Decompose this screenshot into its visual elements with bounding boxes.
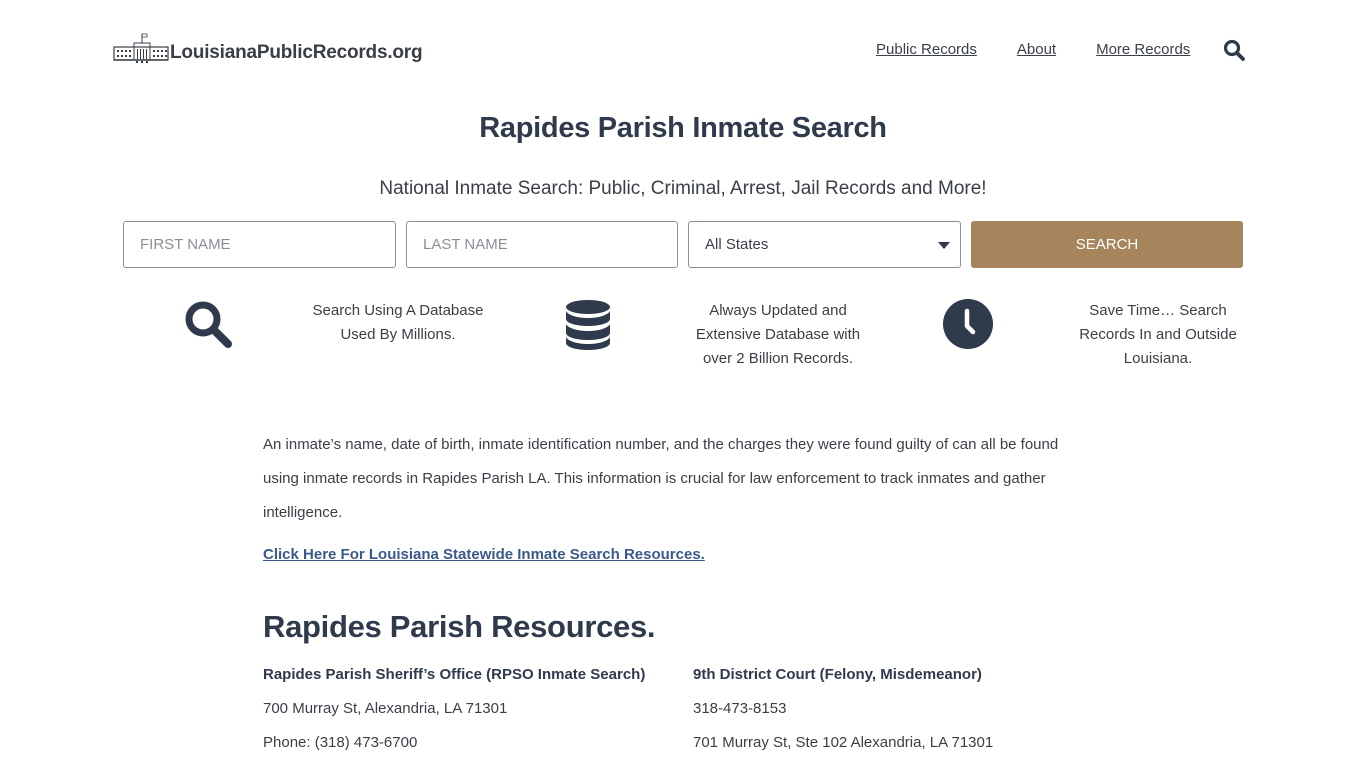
chevron-down-icon <box>938 242 950 249</box>
inmate-search-form: All States SEARCH <box>123 221 1243 268</box>
main-content: An inmate’s name, date of birth, inmate … <box>263 428 1083 751</box>
search-icon <box>185 301 232 348</box>
feature-text-updated-database: Always Updated and Extensive Database wi… <box>695 302 861 367</box>
site-logo[interactable]: LouisianaPublicRecords.org <box>113 32 423 64</box>
capitol-building-icon <box>113 33 169 63</box>
nav-public-records[interactable]: Public Records <box>876 40 977 60</box>
nav-about[interactable]: About <box>1017 40 1056 60</box>
resource-phone: 318-473-8153 <box>693 700 787 717</box>
resource-address: 701 Murray St, Ste 102 Alexandria, LA 71… <box>693 734 994 751</box>
resource-item: Rapides Parish Sheriff’s Office (RPSO In… <box>263 664 645 754</box>
feature-text-database-search: Search Using A Database Used By Millions… <box>312 302 484 343</box>
nav-more-records[interactable]: More Records <box>1096 40 1190 60</box>
page-title: Rapides Parish Inmate Search <box>479 112 887 144</box>
resource-name: Rapides Parish Sheriff’s Office (RPSO In… <box>263 666 646 683</box>
resource-name: 9th District Court (Felony, Misdemeanor) <box>693 666 982 683</box>
search-button[interactable]: SEARCH <box>971 221 1243 268</box>
page-subtitle: National Inmate Search: Public, Criminal… <box>379 178 987 199</box>
clock-icon <box>943 299 993 349</box>
statewide-resources-link[interactable]: Click Here For Louisiana Statewide Inmat… <box>263 544 1083 566</box>
first-name-input[interactable] <box>123 221 396 268</box>
database-icon <box>566 300 610 350</box>
site-header: LouisianaPublicRecords.org Public Record… <box>0 0 1366 100</box>
resource-item: 9th District Court (Felony, Misdemeanor)… <box>693 664 993 754</box>
last-name-input[interactable] <box>406 221 678 268</box>
main-nav: Public Records About More Records <box>876 40 1190 60</box>
feature-text-save-time: Save Time… Search Records In and Outside… <box>1079 302 1237 367</box>
resources-heading: Rapides Parish Resources. <box>263 609 656 644</box>
search-icon[interactable] <box>1222 38 1246 62</box>
state-select-value: All States <box>705 236 769 253</box>
intro-paragraph: An inmate’s name, date of birth, inmate … <box>263 436 1059 521</box>
resource-phone: Phone: (318) 473-6700 <box>263 734 418 751</box>
resource-address: 700 Murray St, Alexandria, LA 71301 <box>263 700 508 717</box>
state-select[interactable]: All States <box>688 221 961 268</box>
logo-text: LouisianaPublicRecords.org <box>170 42 423 63</box>
